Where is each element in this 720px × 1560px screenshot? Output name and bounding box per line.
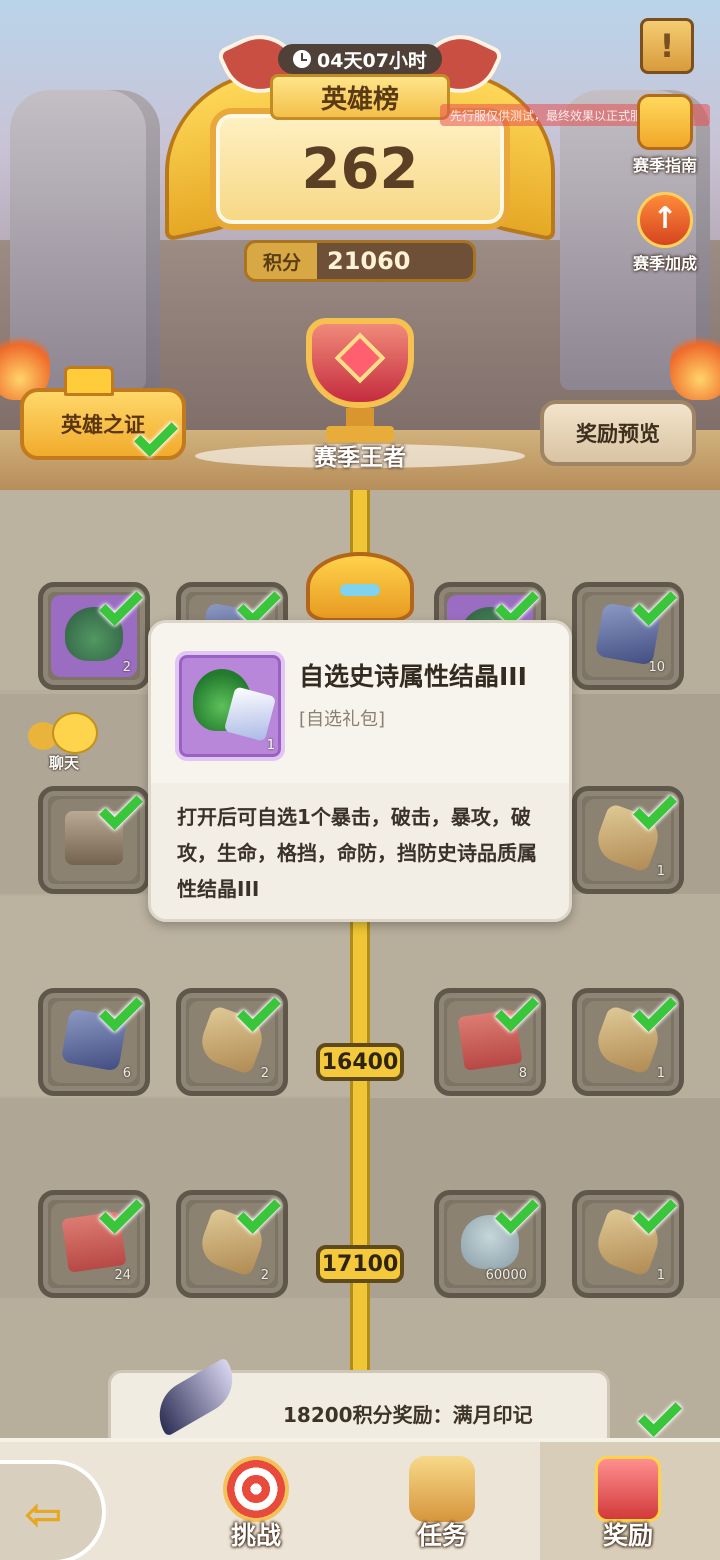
reward-slot[interactable]: 1 <box>572 786 684 894</box>
item-tooltip: 1 自选史诗属性结晶III [自选礼包] 打开后可自选1个暴击，破击，暴攻，破攻… <box>148 620 572 922</box>
clock-icon <box>293 50 312 68</box>
nav-tab-challenge[interactable]: 挑战 <box>196 1456 316 1560</box>
hero-board-title: 英雄榜 <box>270 74 450 120</box>
nav-tab-tasks[interactable]: 任务 <box>382 1456 502 1560</box>
reward-slot[interactable]: 6 <box>38 988 150 1096</box>
milestone-reward-text: 18200积分奖励：满月印记 <box>283 1403 533 1427</box>
reward-preview-label: 奖励预览 <box>576 422 660 446</box>
score-label: 积分 <box>262 251 301 274</box>
reward-preview-button[interactable]: 奖励预览 <box>540 400 696 466</box>
gift-box-icon <box>595 1456 661 1522</box>
reward-slot[interactable]: 24 <box>38 1190 150 1298</box>
nav-label-tasks: 任务 <box>416 1521 467 1550</box>
season-timer: 04天07小时 <box>278 44 442 74</box>
reward-slot[interactable]: 2 <box>176 988 288 1096</box>
reward-slot[interactable] <box>38 786 150 894</box>
reward-slot[interactable]: 60000 <box>434 1190 546 1298</box>
bottom-nav: ⇦ 挑战 任务 奖励 <box>0 1438 720 1560</box>
season-arena-header: 04天07小时 英雄榜 262 积分 21060 先行服仅供测试，最终效果以正式… <box>0 0 720 490</box>
guide-book-icon <box>637 94 693 150</box>
season-bonus-label: 赛季加成 <box>632 254 697 273</box>
season-guide-label: 赛季指南 <box>632 156 697 175</box>
season-king-trophy-icon[interactable] <box>286 318 434 448</box>
golden-helmet-icon <box>306 552 414 622</box>
torch-fire-right <box>670 330 720 400</box>
hero-proof-button[interactable]: 英雄之证 <box>20 366 186 460</box>
info-scroll-button[interactable]: ! <box>622 18 712 74</box>
tooltip-item-icon: 1 <box>175 651 285 761</box>
full-moon-mark-icon <box>147 1357 245 1437</box>
reward-count: 1 <box>656 1066 665 1081</box>
reward-slot[interactable]: 1 <box>572 988 684 1096</box>
nav-label-rewards: 奖励 <box>602 1521 653 1550</box>
chat-label: 聊天 <box>48 754 79 772</box>
season-bonus-button[interactable]: 赛季加成 <box>620 192 710 274</box>
tooltip-description: 打开后可自选1个暴击，破击，暴攻，破攻，生命，格挡，命防，挡防史诗品质属性结晶I… <box>177 805 537 901</box>
tooltip-title: 自选史诗属性结晶III <box>299 662 527 691</box>
reward-count: 6 <box>122 1066 131 1081</box>
scroll-info-icon: ! <box>640 18 694 74</box>
reward-count: 1 <box>656 1268 665 1283</box>
score-bar: 积分 21060 <box>244 240 476 282</box>
season-guide-button[interactable]: 赛季指南 <box>620 94 710 176</box>
score-milestone-tag: 17100 <box>316 1245 404 1283</box>
tooltip-item-count: 1 <box>266 738 275 753</box>
nav-label-challenge: 挑战 <box>230 1521 281 1550</box>
nav-tab-rewards[interactable]: 奖励 <box>568 1456 688 1560</box>
hero-proof-label: 英雄之证 <box>61 413 145 437</box>
score-value: 21060 <box>317 243 473 279</box>
reward-slot[interactable]: 2 <box>38 582 150 690</box>
bonus-boost-icon <box>637 192 693 248</box>
reward-count: 60000 <box>485 1268 527 1283</box>
season-timer-text: 04天07小时 <box>317 49 427 72</box>
reward-count: 2 <box>122 660 131 675</box>
reward-slot[interactable]: 8 <box>434 988 546 1096</box>
reward-count: 8 <box>518 1066 527 1081</box>
trophy-label: 赛季王者 <box>314 445 406 471</box>
tooltip-subtitle: [自选礼包] <box>299 709 386 730</box>
back-button[interactable]: ⇦ <box>0 1460 106 1560</box>
rank-number: 262 <box>210 108 510 230</box>
crown-icon <box>64 366 114 396</box>
reward-count: 1 <box>656 864 665 879</box>
reward-count: 2 <box>260 1268 269 1283</box>
target-icon <box>223 1456 289 1522</box>
task-scroll-icon <box>409 1456 475 1522</box>
score-milestone-tag: 16400 <box>316 1043 404 1081</box>
reward-count: 24 <box>114 1268 131 1283</box>
reward-count: 2 <box>260 1066 269 1081</box>
back-arrow-icon: ⇦ <box>24 1487 63 1541</box>
reward-count: 10 <box>648 660 665 675</box>
chat-face-icon <box>52 712 98 754</box>
reward-slot[interactable]: 10 <box>572 582 684 690</box>
reward-slot[interactable]: 2 <box>176 1190 288 1298</box>
chat-button[interactable]: 聊天 <box>24 712 104 776</box>
reward-slot[interactable]: 1 <box>572 1190 684 1298</box>
